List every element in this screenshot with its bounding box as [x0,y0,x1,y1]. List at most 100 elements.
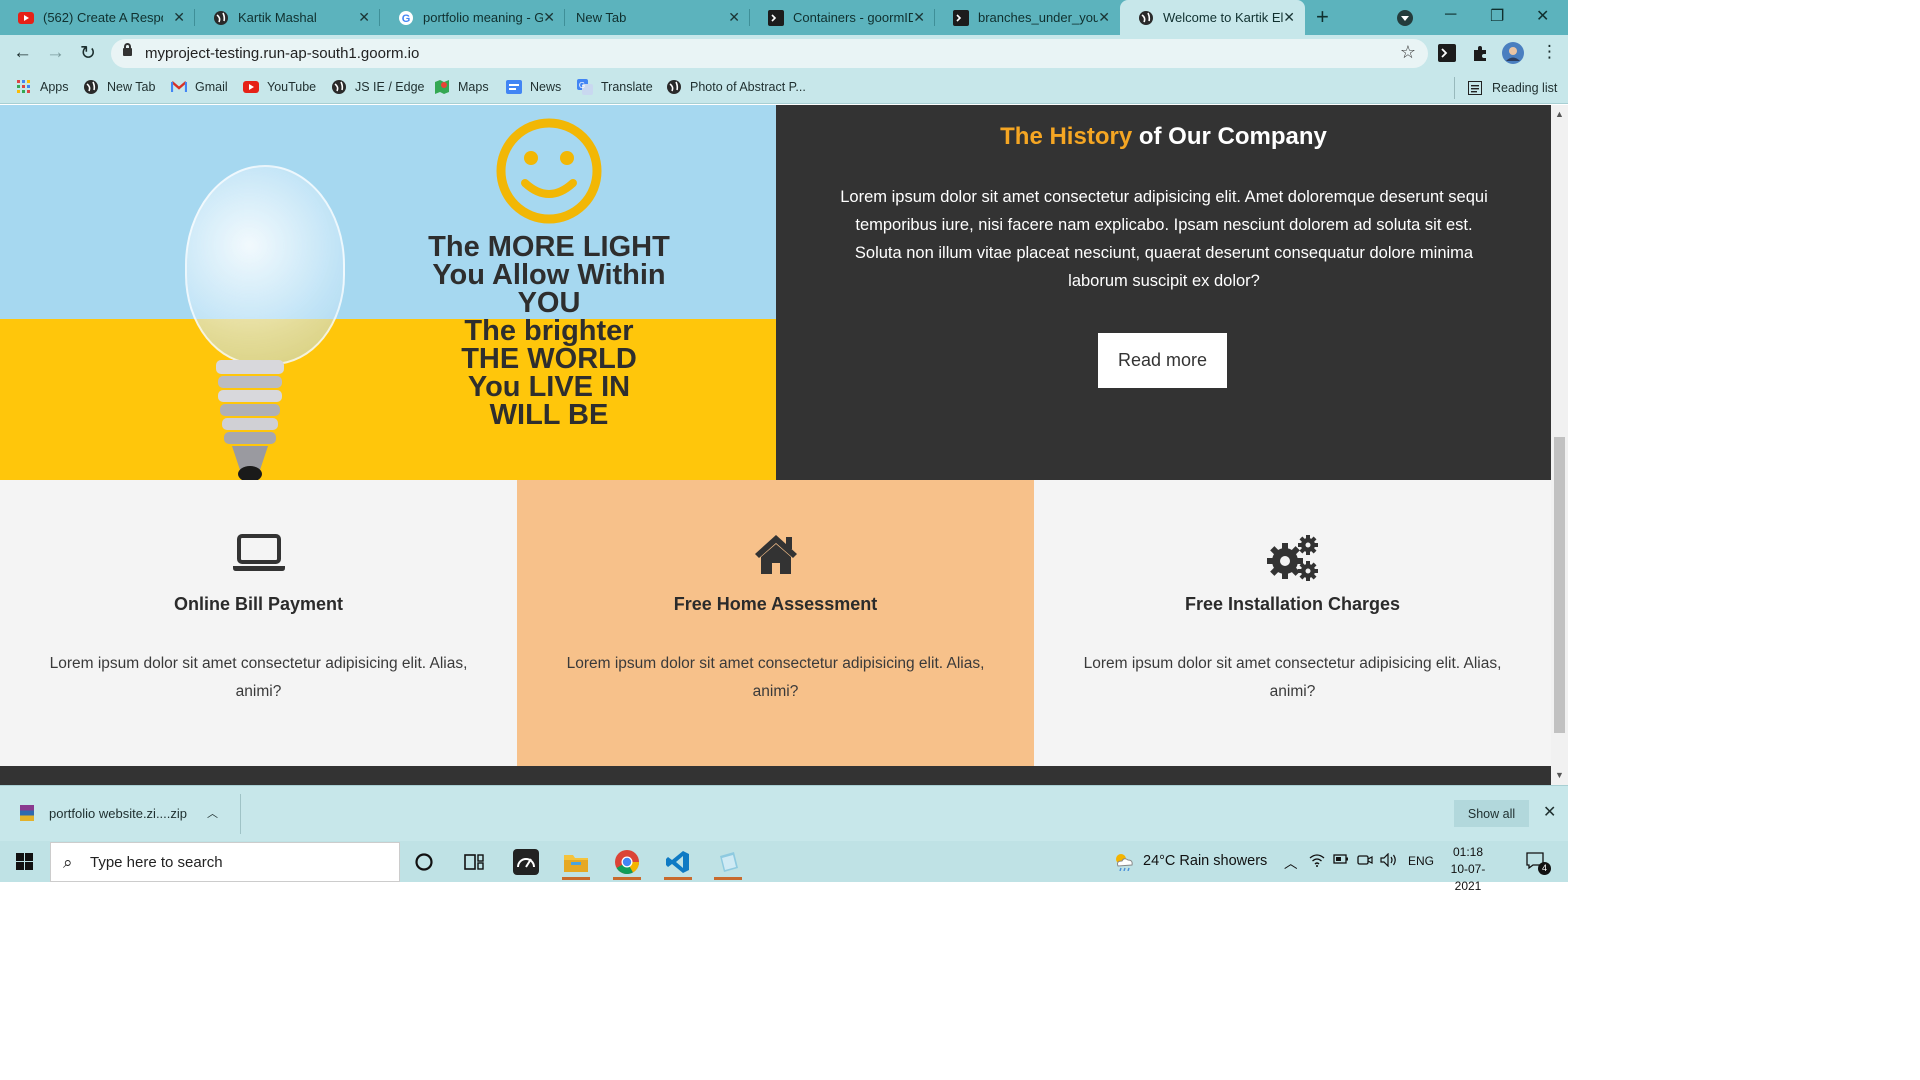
hero-line: WILL BE [489,399,609,431]
lock-icon[interactable] [123,43,132,56]
bookmark-youtube[interactable]: YouTube [243,79,316,95]
close-tab-icon[interactable]: ✕ [173,9,185,26]
reading-list-label: Reading list [1492,81,1558,95]
tab-welcome-kartik-active[interactable]: Welcome to Kartik Ele ✕ [1120,0,1305,35]
service-card: Free Home Assessment Lorem ipsum dolor s… [517,480,1034,766]
back-icon[interactable]: ← [13,42,32,64]
tab-new-tab[interactable]: New Tab ✕ [565,0,750,35]
bookmark-label: Photo of Abstract P... [690,80,806,94]
terminal-icon [953,9,969,26]
close-tab-icon[interactable]: ✕ [1283,9,1295,26]
task-view-icon[interactable] [460,848,488,876]
chevron-up-icon[interactable]: ︿ [1284,852,1298,872]
bookmark-news[interactable]: News [506,79,561,95]
tab-kartik-mashal[interactable]: Kartik Mashal ✕ [195,0,380,35]
read-more-button[interactable]: Read more [1098,333,1227,388]
weather-icon[interactable] [1112,851,1134,874]
close-tab-icon[interactable]: ✕ [728,9,740,26]
minimize-icon[interactable]: ─ [1445,6,1456,24]
notepad-app-icon[interactable] [714,846,742,880]
globe-icon [331,79,347,95]
bookmark-photo-abstract[interactable]: Photo of Abstract P... [666,79,806,95]
tab-portfolio-meaning[interactable]: G portfolio meaning - G ✕ [380,0,565,35]
service-card: Free Installation Charges Lorem ipsum do… [1034,480,1551,766]
hero-line: THE WORLD [461,343,637,375]
close-shelf-icon[interactable]: ✕ [1543,802,1556,822]
footer-strip [0,766,1551,785]
network-icon[interactable] [1309,853,1325,870]
page-scrollbar[interactable]: ▲ ▼ [1551,105,1568,785]
extensions-puzzle-icon[interactable] [1471,44,1489,67]
windows-start-icon[interactable] [16,853,33,870]
windows-taskbar: ⌕ Type here to search 24°C Rain showers … [0,841,1568,893]
reload-icon[interactable]: ↻ [80,42,96,65]
close-tab-icon[interactable]: ✕ [358,9,370,26]
bookmark-label: News [530,80,562,94]
bookmark-apps[interactable]: Apps [16,79,69,95]
close-tab-icon[interactable]: ✕ [1098,9,1110,26]
address-bar[interactable]: myproject-testing.run-ap-south1.goorm.io… [111,39,1428,68]
scroll-up-icon[interactable]: ▲ [1555,109,1564,119]
scroll-down-icon[interactable]: ▼ [1555,770,1564,780]
tab-strip: (562) Create A Respon ✕ Kartik Mashal ✕ … [0,0,1568,35]
forward-icon[interactable]: → [46,42,65,64]
taskbar-search-box[interactable]: ⌕ Type here to search [50,842,400,882]
hero-quote: The MORE LIGHT You Allow Within YOU The … [410,233,688,431]
bookmark-new-tab[interactable]: New Tab [83,79,155,95]
service-title: Free Installation Charges [1184,594,1401,614]
chevron-up-icon[interactable]: ︿ [207,805,218,821]
close-tab-icon[interactable]: ✕ [913,9,925,26]
restore-icon[interactable]: ❐ [1490,6,1504,26]
cortana-icon[interactable] [410,848,438,876]
file-explorer-icon[interactable] [562,846,590,880]
bookmark-label: Apps [40,80,69,94]
language-indicator[interactable]: ENG [1408,854,1434,868]
tab-containers-goorm[interactable]: Containers - goormID ✕ [750,0,935,35]
news-icon [506,79,522,95]
hero-line: You Allow Within [432,259,666,291]
volume-icon[interactable] [1380,852,1398,870]
notification-count-badge: 4 [1538,862,1551,875]
zip-file-icon [20,805,34,821]
bookmark-js-ie-edge[interactable]: JS IE / Edge [331,79,424,95]
download-item[interactable]: portfolio website.zi....zip ︿ [20,805,218,821]
bookmark-label: Gmail [195,80,228,94]
bookmark-star-icon[interactable]: ☆ [1400,42,1416,63]
profile-avatar[interactable] [1502,42,1524,69]
close-window-icon[interactable]: ✕ [1536,6,1549,26]
show-all-button[interactable]: Show all [1454,800,1529,827]
youtube-icon [243,79,259,95]
history-body: Lorem ipsum dolor sit amet consectetur a… [840,188,1488,290]
tab-title: portfolio meaning - G [423,10,543,25]
url-text[interactable]: myproject-testing.run-ap-south1.goorm.io [145,45,419,62]
bookmark-maps[interactable]: Maps [434,79,489,95]
speedometer-app-icon[interactable] [512,848,540,876]
chrome-icon[interactable] [613,846,641,880]
system-clock[interactable]: 01:18 10-07-2021 [1440,844,1496,895]
globe-icon [213,10,229,26]
service-title: Free Home Assessment [673,594,878,614]
tab-branches[interactable]: branches_under_you.e ✕ [935,0,1120,35]
new-tab-button[interactable]: + [1316,4,1329,30]
google-icon: G [398,10,414,26]
battery-icon[interactable] [1333,853,1349,868]
search-icon: ⌕ [63,853,73,872]
menu-kebab-icon[interactable]: ⋮ [1541,42,1558,62]
scrollbar-thumb[interactable] [1554,437,1565,733]
hero-line: You LIVE IN [467,371,631,403]
vscode-icon[interactable] [664,846,692,880]
bookmark-translate[interactable]: G Translate [577,79,653,95]
tab-search-icon[interactable] [1397,10,1413,26]
meet-now-icon[interactable] [1357,853,1373,870]
weather-text[interactable]: 24°C Rain showers [1143,853,1267,869]
bookmark-gmail[interactable]: Gmail [171,79,228,95]
svg-text:G: G [579,81,585,90]
home-icon [754,535,797,574]
bookmark-label: Maps [458,80,489,94]
laptop-icon [232,534,285,571]
terminal-extension-icon[interactable] [1438,44,1456,67]
history-heading-highlight: The History [1000,123,1133,150]
close-tab-icon[interactable]: ✕ [543,9,555,26]
reading-list-button[interactable]: Reading list [1454,77,1557,99]
tab-youtube[interactable]: (562) Create A Respon ✕ [0,0,195,35]
